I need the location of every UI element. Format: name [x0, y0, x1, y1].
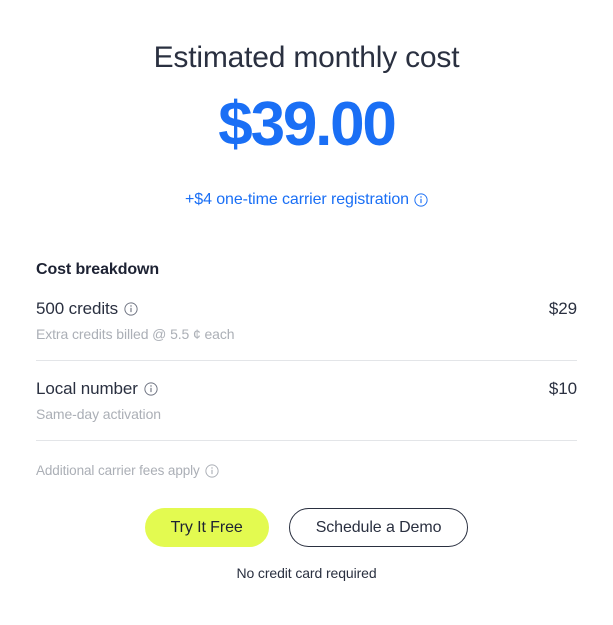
carrier-registration-note[interactable]: +$4 one-time carrier registration [36, 191, 577, 209]
try-it-free-button[interactable]: Try It Free [144, 508, 269, 548]
carrier-fees-footnote: Additional carrier fees apply [36, 463, 577, 478]
line-item-label-group: Local number [36, 379, 158, 399]
schedule-demo-button[interactable]: Schedule a Demo [288, 508, 469, 548]
no-credit-card-caption: No credit card required [236, 565, 377, 582]
divider [36, 440, 577, 442]
line-item-label-group: 500 credits [36, 299, 138, 319]
total-price: $39.00 [218, 90, 397, 159]
cost-breakdown-section: Cost breakdown 500 credits $29 Extra cre… [36, 261, 577, 478]
line-item-sublabel: Extra credits billed @ 5.5 ¢ each [36, 326, 235, 343]
info-icon[interactable] [205, 463, 219, 478]
page-title: Estimated monthly cost [153, 41, 460, 74]
info-icon[interactable] [144, 382, 158, 396]
line-item-sublabel: Same-day activation [36, 406, 161, 423]
line-item-price: $10 [548, 379, 577, 399]
pricing-summary-card: Estimated monthly cost $39.00 +$4 one-ti… [0, 0, 613, 625]
line-item-price: $29 [548, 299, 577, 319]
cost-breakdown-heading: Cost breakdown [36, 261, 160, 279]
line-item-label: 500 credits [36, 299, 119, 319]
line-item-label: Local number [36, 379, 138, 399]
carrier-registration-note-label: +$4 one-time carrier registration [185, 191, 409, 209]
info-icon[interactable] [124, 302, 138, 316]
divider [36, 360, 577, 362]
cta-button-row: Try It Free Schedule a Demo [36, 508, 577, 548]
line-item: Local number $10 [36, 379, 577, 399]
estimated-cost-hero: Estimated monthly cost $39.00 +$4 one-ti… [36, 0, 577, 209]
carrier-fees-footnote-label: Additional carrier fees apply [36, 463, 200, 479]
info-icon[interactable] [414, 193, 428, 207]
line-item: 500 credits $29 [36, 299, 577, 319]
